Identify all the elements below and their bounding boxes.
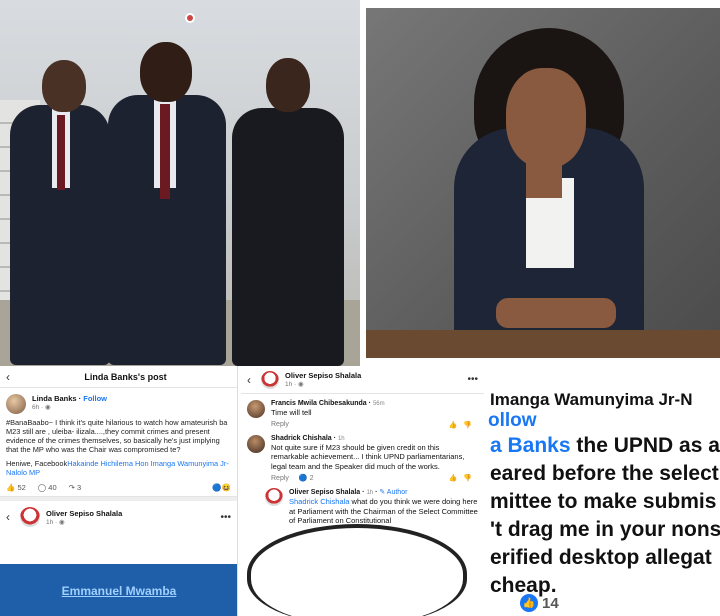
photo-three-men bbox=[0, 0, 360, 366]
post-stats: 👍 52 ◯ 40 ↷ 3 🔵😆 bbox=[0, 479, 237, 497]
like-icon: 👍 bbox=[520, 594, 538, 612]
avatar[interactable] bbox=[247, 400, 265, 418]
post-header-bar: ‹ Linda Banks's post bbox=[0, 366, 237, 388]
mention-link[interactable]: Shadrick Chishala bbox=[289, 497, 349, 506]
wall-emblem bbox=[185, 13, 195, 23]
photo-woman-portrait bbox=[366, 8, 720, 358]
commenter-name[interactable]: Shadrick Chishala bbox=[271, 435, 332, 442]
comment-reply: Oliver Sepiso Shalala · 1h · ✎ Author Sh… bbox=[241, 482, 484, 526]
more-options-icon[interactable]: ••• bbox=[467, 374, 478, 385]
like-stat[interactable]: 👍 52 bbox=[6, 483, 26, 492]
comment-text: Time will tell bbox=[271, 408, 312, 417]
avatar[interactable] bbox=[20, 507, 40, 527]
zoom-like-row[interactable]: 👍 14 bbox=[520, 594, 559, 612]
zoom-line: erified desktop allegat bbox=[490, 546, 712, 569]
comment-item: Shadrick Chishala · 1h Not quite sure if… bbox=[241, 429, 484, 482]
zoom-line: 't drag me in your nons bbox=[490, 518, 720, 541]
author-name[interactable]: Linda Banks bbox=[32, 394, 77, 403]
back-arrow-icon[interactable]: ‹ bbox=[6, 510, 20, 524]
zoom-like-count: 14 bbox=[542, 594, 559, 612]
back-arrow-icon[interactable]: ‹ bbox=[247, 373, 261, 387]
facebook-post-panel: ‹ Linda Banks's post Linda Banks · Follo… bbox=[0, 366, 238, 616]
avatar[interactable] bbox=[261, 370, 279, 389]
reply-button[interactable]: Reply bbox=[271, 475, 289, 482]
post-text-2: Heniwe, FacebookHakainde Hichilema Hon I… bbox=[6, 459, 229, 477]
avatar[interactable] bbox=[265, 488, 283, 506]
comment-icon: ◯ bbox=[37, 483, 47, 492]
vote-icons[interactable]: 👍👎 bbox=[449, 421, 478, 429]
reply-button[interactable]: Reply bbox=[271, 421, 289, 428]
more-options-icon[interactable]: ••• bbox=[220, 512, 231, 523]
zoom-follow[interactable]: ollow bbox=[488, 410, 720, 432]
desk bbox=[366, 330, 720, 358]
author-badge: ✎ Author bbox=[379, 489, 408, 496]
header-author[interactable]: Oliver Sepiso Shalala bbox=[285, 371, 361, 380]
reactions-icon[interactable]: 🔵😆 bbox=[212, 483, 231, 492]
follow-button[interactable]: Follow bbox=[83, 394, 107, 403]
zoom-line: eared before the select bbox=[490, 462, 719, 485]
back-arrow-icon[interactable]: ‹ bbox=[6, 370, 20, 384]
shared-image-text: Emmanuel Mwamba bbox=[61, 584, 177, 598]
post-author-row: Linda Banks · Follow 6h · ◉ bbox=[0, 388, 237, 416]
like-count[interactable]: 🔵 2 bbox=[299, 474, 314, 482]
thumbs-up-icon: 👍 bbox=[6, 483, 16, 492]
comments-panel: ‹ Oliver Sepiso Shalala 1h · ◉ ••• Franc… bbox=[241, 366, 484, 616]
comment-text: Shadrick Chishala what do you think we w… bbox=[289, 497, 478, 525]
comments-header: ‹ Oliver Sepiso Shalala 1h · ◉ ••• bbox=[241, 366, 484, 394]
zoom-line: a Banks the UPND as a bbox=[490, 434, 720, 457]
shared-post-header: ‹ Oliver Sepiso Shalala 1h · ◉ ••• bbox=[6, 507, 231, 527]
share-icon: ↷ bbox=[68, 483, 75, 492]
post-time: 6h bbox=[32, 404, 40, 411]
comment-stat[interactable]: ◯ 40 bbox=[38, 483, 57, 492]
globe-icon: ◉ bbox=[45, 404, 51, 411]
commenter-name[interactable]: Francis Mwila Chibesakunda bbox=[271, 400, 367, 407]
share-stat[interactable]: ↷ 3 bbox=[69, 483, 82, 492]
share-author[interactable]: Oliver Sepiso Shalala bbox=[46, 509, 122, 518]
hand-drawn-circle bbox=[247, 524, 467, 616]
avatar[interactable] bbox=[6, 394, 26, 414]
shared-image-preview[interactable]: Emmanuel Mwamba bbox=[0, 564, 237, 616]
zoom-author: Imanga Wamunyima Jr-N bbox=[490, 390, 693, 409]
zoom-line: mittee to make submis bbox=[490, 490, 717, 513]
post-title: Linda Banks's post bbox=[84, 371, 167, 382]
comment-text: Not quite sure if M23 should be given cr… bbox=[271, 442, 465, 471]
vote-icons[interactable]: 👍👎 bbox=[449, 474, 478, 482]
zoomed-comment: Imanga Wamunyima Jr-N ollow a Banks the … bbox=[484, 384, 720, 616]
commenter-name[interactable]: Oliver Sepiso Shalala bbox=[289, 489, 360, 496]
post-text: #BanaBaabo~ I think it's quite hilarious… bbox=[6, 418, 228, 454]
comment-item: Francis Mwila Chibesakunda · 56m Time wi… bbox=[241, 394, 484, 429]
avatar[interactable] bbox=[247, 434, 265, 453]
